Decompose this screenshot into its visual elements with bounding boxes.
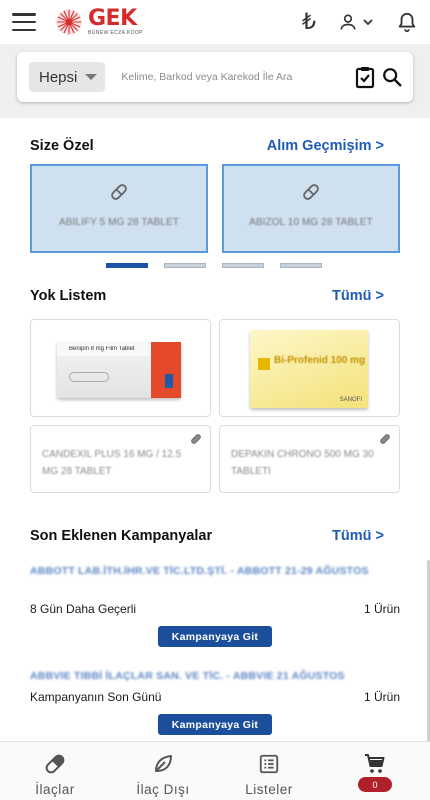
carousel-dot[interactable] — [280, 263, 322, 268]
search-icon[interactable] — [381, 66, 403, 88]
pill-icon — [111, 184, 127, 200]
campaign-info-row: Kampanyanın Son Günü 1 Ürün — [30, 690, 400, 704]
pill-icon — [43, 752, 67, 776]
currency-lira-icon[interactable]: ₺ — [302, 10, 316, 35]
carousel-dot[interactable] — [222, 263, 264, 268]
cart-count-badge: 0 — [358, 777, 392, 792]
carousel-dot[interactable] — [106, 263, 148, 268]
product-card[interactable]: DEPAKIN CHRONO 500 MG 30 TABLETI — [219, 425, 400, 493]
nav-label: İlaç Dışı — [136, 782, 190, 797]
brand-name: GEK — [88, 6, 137, 31]
campaign-title[interactable]: ABBVIE TIBBİ İLAÇLAR SAN. VE TİC. - ABBV… — [30, 668, 370, 685]
campaign-product-count: 1 Ürün — [363, 602, 400, 616]
search-filter-value: Hepsi — [39, 68, 78, 86]
special-product-name: ABIZOL 10 MG 28 TABLET — [249, 217, 373, 228]
brand-logo[interactable]: GEK BÜNEW ECZA KOOP — [54, 4, 143, 40]
nav-label: İlaçlar — [35, 782, 75, 797]
product-image-bi-profenid: Bi-Profenid 100 mg SANOFI — [250, 330, 368, 408]
notifications-bell-icon[interactable] — [396, 11, 418, 33]
product-card[interactable]: CANDEXIL PLUS 16 MG / 12.5 MG 28 TABLET — [30, 425, 211, 493]
special-product-name: ABILIFY 5 MG 28 TABLET — [58, 217, 180, 228]
product-image-label: Benipin 8 mg Film Tablet — [69, 346, 135, 352]
carousel-indicator — [106, 263, 322, 268]
campaigns-section-header: Son Eklenen Kampanyalar Tümü > — [30, 528, 384, 544]
section-title-special: Size Özel — [30, 138, 94, 154]
purchase-history-link[interactable]: Alım Geçmişim > — [267, 138, 384, 154]
missing-list-all-link[interactable]: Tümü > — [332, 288, 384, 304]
nav-item-lists[interactable]: Listeler — [234, 742, 304, 800]
list-icon — [258, 752, 280, 776]
special-section-header: Size Özel Alım Geçmişim > — [30, 138, 384, 154]
search-filter-select[interactable]: Hepsi — [29, 62, 106, 92]
leaf-icon — [151, 752, 175, 776]
campaign-product-count: 1 Ürün — [363, 690, 400, 704]
product-image-label: Bi-Profenid 100 mg — [274, 355, 366, 366]
pill-icon — [303, 184, 319, 200]
search-bar: Hepsi — [17, 52, 413, 102]
nav-item-medicines[interactable]: İlaçlar — [20, 742, 90, 800]
go-to-campaign-button[interactable]: Kampanyaya Git — [158, 714, 272, 735]
section-title-missing-list: Yok Listem — [30, 288, 107, 304]
nav-item-cart[interactable]: 0 — [350, 742, 400, 800]
nav-label: Listeler — [245, 782, 293, 797]
barcode-scan-clipboard-icon[interactable] — [353, 65, 377, 89]
bottom-navigation: İlaçlar İlaç Dışı Listeler 0 — [0, 741, 430, 800]
go-to-campaign-button[interactable]: Kampanyaya Git — [158, 626, 272, 647]
campaign-validity: 8 Gün Daha Geçerli — [30, 602, 137, 616]
caret-down-icon — [85, 74, 98, 80]
pill-icon — [191, 434, 201, 444]
special-product-card[interactable]: ABIZOL 10 MG 28 TABLET — [222, 164, 400, 253]
account-menu-button[interactable] — [338, 12, 374, 32]
product-image-maker: SANOFI — [339, 397, 362, 403]
nav-item-non-medicines[interactable]: İlaç Dışı — [126, 742, 200, 800]
product-name: DEPAKIN CHRONO 500 MG 30 TABLETI — [231, 449, 374, 477]
campaigns-all-link[interactable]: Tümü > — [332, 528, 384, 544]
search-input[interactable] — [121, 62, 353, 92]
missing-list-section-header: Yok Listem Tümü > — [30, 288, 384, 304]
chevron-down-icon — [363, 19, 373, 26]
campaign-title[interactable]: ABBOTT LAB.İTH.İHR.VE TİC.LTD.ŞTİ. - ABB… — [30, 563, 370, 580]
search-area: Hepsi — [0, 44, 430, 118]
menu-icon[interactable] — [12, 13, 36, 31]
cart-icon — [363, 752, 387, 776]
top-app-bar: GEK BÜNEW ECZA KOOP ₺ — [0, 0, 430, 44]
product-image-benipin: Benipin 8 mg Film Tablet — [57, 342, 181, 398]
carousel-dot[interactable] — [164, 263, 206, 268]
product-name: CANDEXIL PLUS 16 MG / 12.5 MG 28 TABLET — [42, 449, 182, 477]
campaign-info-row: 8 Gün Daha Geçerli 1 Ürün — [30, 602, 400, 616]
section-title-campaigns: Son Eklenen Kampanyalar — [30, 528, 213, 544]
product-card[interactable]: Benipin 8 mg Film Tablet — [30, 319, 211, 417]
logo-mark-icon — [56, 9, 82, 35]
pill-icon — [380, 434, 390, 444]
user-icon — [340, 14, 356, 30]
special-product-card[interactable]: ABILIFY 5 MG 28 TABLET — [30, 164, 208, 253]
product-card[interactable]: Bi-Profenid 100 mg SANOFI — [219, 319, 400, 417]
campaign-validity: Kampanyanın Son Günü — [30, 690, 162, 704]
brand-subtitle: BÜNEW ECZA KOOP — [88, 30, 143, 36]
